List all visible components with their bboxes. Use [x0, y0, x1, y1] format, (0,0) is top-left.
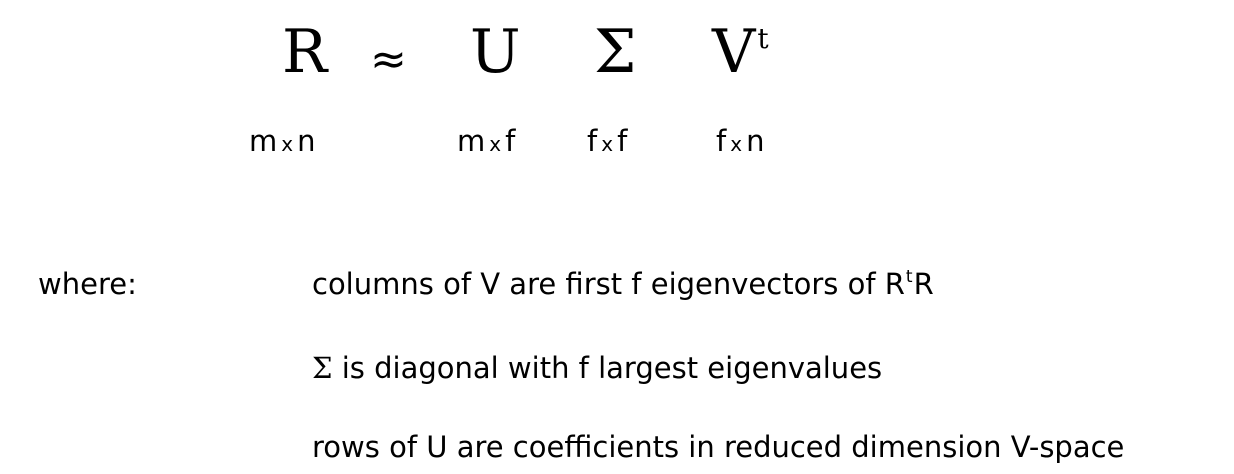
where-line-sigma-diagonal: Σ is diagonal with f largest eigenvalues — [312, 350, 882, 386]
dim-sigma: fxf — [587, 124, 627, 161]
dim-u-rows: m — [457, 124, 486, 158]
page: { "equation": { "lhs": "R", "approx": "≈… — [0, 0, 1234, 474]
dim-u-times: x — [489, 132, 502, 156]
dim-r: mxn — [249, 124, 315, 161]
where-line-u-rows: rows of U are coefficients in reduced di… — [312, 430, 1125, 464]
dim-sigma-times: x — [601, 132, 614, 156]
where-line-v-columns: columns of V are first f eigenvectors of… — [312, 266, 934, 302]
dim-r-cols: n — [297, 124, 316, 158]
dim-sigma-cols: f — [617, 124, 628, 158]
dim-u-cols: f — [505, 124, 516, 158]
dim-v-cols: n — [746, 124, 765, 158]
dim-r-rows: m — [249, 124, 278, 158]
where-line1-tail: R — [913, 267, 934, 301]
matrix-u-symbol: U — [470, 17, 521, 87]
matrix-sigma-symbol: Σ — [594, 17, 637, 87]
approx-symbol: ≈ — [370, 34, 407, 85]
matrix-v-transpose-symbol: Vt — [712, 22, 769, 82]
dim-u: mxf — [457, 124, 515, 161]
where-line2-sigma: Σ — [312, 351, 333, 385]
where-label: where: — [38, 267, 137, 301]
matrix-v-letter: V — [712, 17, 756, 87]
matrix-r-symbol: R — [282, 17, 328, 87]
dim-v-times: x — [730, 132, 743, 156]
where-line2-text: is diagonal with f largest eigenvalues — [332, 351, 883, 385]
where-line1-text: columns of V are first f eigenvectors of… — [312, 267, 905, 301]
where-line1-superscript: t — [905, 267, 913, 287]
dim-v: fxn — [716, 124, 764, 161]
transpose-superscript: t — [757, 22, 769, 55]
dim-r-times: x — [281, 132, 294, 156]
dim-v-rows: f — [716, 124, 727, 158]
dim-sigma-rows: f — [587, 124, 598, 158]
